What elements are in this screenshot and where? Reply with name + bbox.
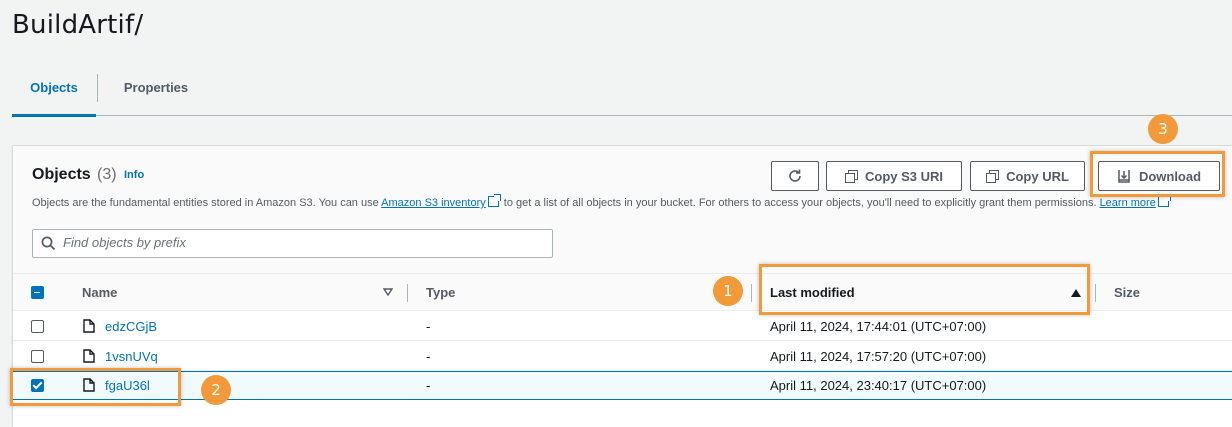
object-type: - — [426, 349, 431, 364]
s3-inventory-link[interactable]: Amazon S3 inventory — [381, 197, 486, 209]
row-checkbox[interactable] — [31, 350, 44, 363]
refresh-button[interactable] — [771, 161, 819, 191]
object-name-link[interactable]: edzCGjB — [105, 319, 157, 334]
row-checkbox[interactable] — [31, 379, 44, 392]
column-divider[interactable] — [407, 284, 408, 302]
download-label: Download — [1138, 168, 1202, 184]
tab-objects[interactable]: Objects — [12, 70, 96, 117]
objects-panel: Objects (3) Info Copy S3 URI Copy URL Do… — [12, 145, 1232, 427]
copy-url-label: Copy URL — [1006, 168, 1069, 184]
tab-divider — [97, 74, 98, 102]
object-name-link[interactable]: 1vsnUVq — [105, 349, 158, 364]
table-row[interactable]: 1vsnUVq - April 11, 2024, 17:57:20 (UTC+… — [13, 342, 1232, 371]
info-link[interactable]: Info — [124, 169, 144, 181]
objects-heading: Objects — [32, 166, 91, 183]
object-type: - — [426, 319, 431, 334]
step-badge-3: 3 — [1148, 114, 1178, 144]
objects-description: Objects are the fundamental entities sto… — [32, 194, 1171, 209]
sort-ascending-icon[interactable] — [1071, 289, 1081, 297]
table-row-selected[interactable]: fgaU36l - April 11, 2024, 23:40:17 (UTC+… — [13, 371, 1232, 400]
page-title: BuildArtif/ — [12, 10, 144, 40]
learn-more-link[interactable]: Learn more — [1100, 197, 1156, 209]
column-divider[interactable] — [1095, 284, 1096, 302]
object-last-modified: April 11, 2024, 17:44:01 (UTC+07:00) — [770, 319, 987, 334]
filter-triangle-icon[interactable] — [383, 288, 393, 296]
row-checkbox[interactable] — [31, 320, 44, 333]
column-header-type[interactable]: Type — [426, 285, 455, 300]
object-type: - — [426, 378, 431, 393]
download-button[interactable]: Download — [1098, 161, 1220, 191]
step-badge-1: 1 — [713, 276, 743, 306]
tab-properties[interactable]: Properties — [116, 70, 196, 116]
copy-s3-uri-label: Copy S3 URI — [864, 168, 943, 184]
download-icon — [1118, 170, 1130, 183]
copy-icon — [986, 170, 1000, 183]
objects-count: (3) — [97, 166, 117, 183]
file-icon — [83, 319, 95, 333]
external-link-icon — [1157, 194, 1171, 207]
file-icon — [83, 378, 95, 392]
search-icon — [41, 236, 56, 251]
object-last-modified: April 11, 2024, 17:57:20 (UTC+07:00) — [770, 349, 987, 364]
table-row[interactable]: edzCGjB - April 11, 2024, 17:44:01 (UTC+… — [13, 312, 1232, 341]
file-icon — [83, 349, 95, 363]
column-header-size[interactable]: Size — [1114, 285, 1140, 300]
object-name-link[interactable]: fgaU36l — [105, 378, 150, 393]
search-input[interactable] — [63, 235, 543, 250]
select-all-checkbox[interactable] — [31, 286, 44, 299]
objects-panel-header: Objects (3) Info Copy S3 URI Copy URL Do… — [13, 146, 1232, 274]
column-divider[interactable] — [751, 284, 752, 302]
refresh-icon — [789, 169, 801, 182]
step-badge-2: 2 — [201, 375, 231, 405]
column-header-last-modified[interactable]: Last modified — [770, 285, 855, 300]
tab-bar: Objects Properties — [12, 70, 1232, 117]
copy-icon — [844, 170, 858, 183]
search-box — [32, 229, 553, 258]
object-last-modified: April 11, 2024, 23:40:17 (UTC+07:00) — [770, 378, 987, 393]
table-header: Name Type Last modified Size — [13, 274, 1232, 311]
column-header-name[interactable]: Name — [82, 285, 117, 300]
external-link-icon — [487, 194, 501, 207]
s3-console-page: BuildArtif/ Objects Properties Objects (… — [0, 0, 1232, 427]
copy-url-button[interactable]: Copy URL — [970, 161, 1085, 191]
copy-s3-uri-button[interactable]: Copy S3 URI — [826, 161, 962, 191]
